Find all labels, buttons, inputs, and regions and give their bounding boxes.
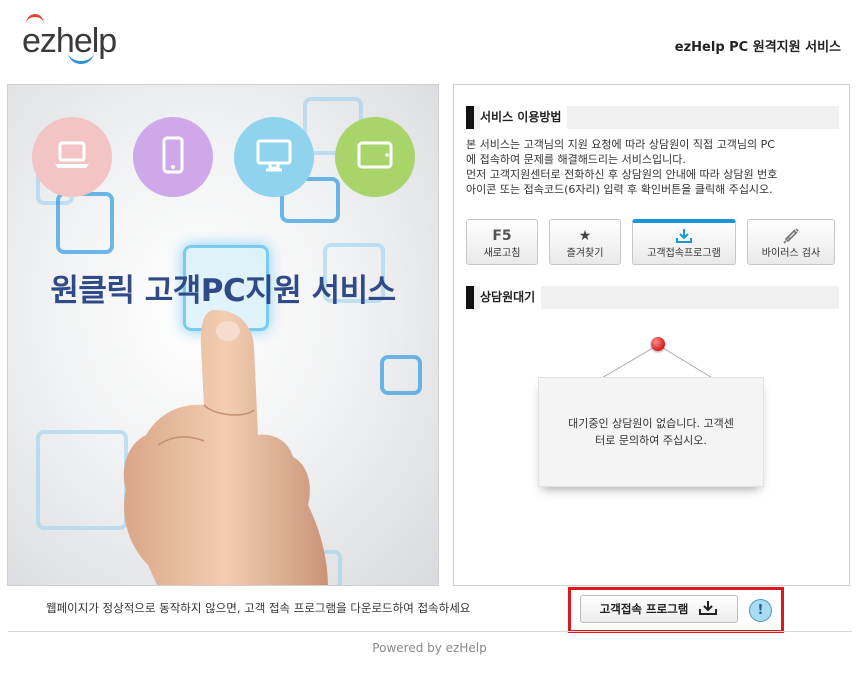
tool-buttons: F5 새로고침 ★ 즐겨찾기 고객접속프로그램 바이러스 검사 [466, 219, 836, 267]
refresh-button[interactable]: F5 새로고침 [466, 219, 538, 265]
usage-heading: 서비스 이용방법 [466, 106, 839, 129]
refresh-f5-icon: F5 [492, 228, 512, 244]
waiting-heading: 상담원대기 [466, 286, 839, 309]
heading-bar [466, 106, 474, 129]
favorites-label: 즐겨찾기 [566, 248, 604, 259]
pushpin-icon [651, 337, 665, 351]
ezhelp-logo: ezhelp [22, 14, 122, 66]
waiting-note: 대기중인 상담원이 없습니다. 고객센 터로 문의하여 주십시오. [538, 337, 768, 497]
logo-arc-blue [68, 52, 94, 64]
favorites-button[interactable]: ★ 즐겨찾기 [549, 219, 621, 265]
download-icon [633, 225, 735, 247]
usage-heading-text: 서비스 이용방법 [480, 106, 568, 129]
heading-bar [466, 286, 474, 309]
service-panel: 서비스 이용방법 본 서비스는 고객님의 지원 요청에 따라 상담원이 직접 고… [453, 84, 850, 586]
service-title: ezHelp PC 원격지원 서비스 [674, 40, 841, 55]
no-agent-line: 대기중인 상담원이 없습니다. 고객센 [568, 417, 734, 430]
usage-desc-line: 에 접속하여 문제를 해결해드리는 서비스입니다. [466, 153, 686, 166]
refresh-label: 새로고침 [483, 248, 521, 259]
hero-banner: 원클릭 고객PC지원 서비스 [7, 84, 439, 586]
footer-divider [8, 631, 852, 632]
info-icon[interactable]: ! [749, 599, 772, 622]
fallback-message: 웹페이지가 정상적으로 동작하지 않으면, 고객 접속 프로그램을 다운로드하여… [46, 601, 471, 615]
usage-desc-line: 본 서비스는 고객님의 지원 요청에 따라 상담원이 직접 고객님의 PC [466, 138, 775, 151]
pointing-hand-image [123, 309, 328, 585]
download-client-button[interactable]: 고객접속 프로그램 [580, 595, 738, 623]
hero-title: 원클릭 고객PC지원 서비스 [50, 273, 396, 309]
powered-by: Powered by ezHelp [372, 641, 487, 655]
usage-desc-line: 아이콘 또는 접속코드(6자리) 입력 후 확인버튼을 클릭해 주십시오. [466, 183, 773, 196]
star-icon: ★ [578, 228, 592, 244]
waiting-heading-text: 상담원대기 [480, 286, 542, 309]
virus-scan-label: 바이러스 검사 [761, 248, 821, 259]
syringe-icon [748, 225, 834, 247]
download-tray-icon [698, 600, 718, 619]
no-agent-message: 대기중인 상담원이 없습니다. 고객센 터로 문의하여 주십시오. [538, 377, 764, 487]
client-program-button[interactable]: 고객접속프로그램 [632, 219, 736, 265]
download-client-label: 고객접속 프로그램 [599, 602, 689, 616]
usage-description: 본 서비스는 고객님의 지원 요청에 따라 상담원이 직접 고객님의 PC 에 … [466, 137, 844, 197]
no-agent-line: 터로 문의하여 주십시오. [595, 434, 707, 447]
usage-desc-line: 먼저 고객지원센터로 전화하신 후 상담원의 안내에 따라 상담원 번호 [466, 168, 778, 181]
virus-scan-button[interactable]: 바이러스 검사 [747, 219, 835, 265]
client-program-label: 고객접속프로그램 [647, 248, 721, 259]
